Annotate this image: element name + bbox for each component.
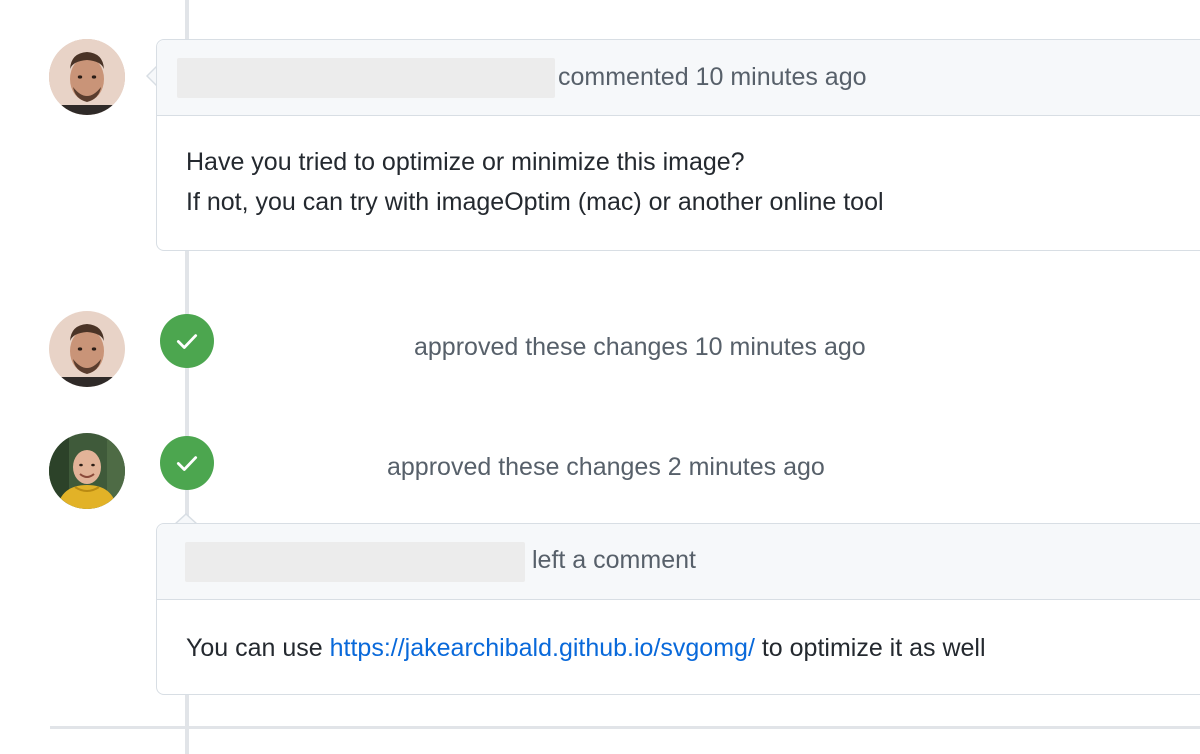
comment-text: You can use xyxy=(186,634,330,662)
check-icon xyxy=(176,334,198,349)
review-comment-card: left a comment You can use https://jakea… xyxy=(156,523,1200,695)
comment-line: Have you tried to optimize or minimize t… xyxy=(186,148,745,176)
pr-timeline: commented 10 minutes ago Have you tried … xyxy=(0,0,1200,754)
comment-action-text: left a comment xyxy=(532,546,696,574)
avatar[interactable] xyxy=(49,433,125,509)
svgomg-link[interactable]: https://jakearchibald.github.io/svgomg/ xyxy=(330,634,755,662)
comment-text: to optimize it as well xyxy=(754,634,986,662)
redacted-author-name xyxy=(185,542,525,582)
approval-event-text: approved these changes 10 minutes ago xyxy=(414,333,866,361)
approval-event-text: approved these changes 2 minutes ago xyxy=(387,453,825,481)
comment-body: You can use https://jakearchibald.github… xyxy=(186,628,986,668)
comment-card: commented 10 minutes ago Have you tried … xyxy=(156,39,1200,251)
timeline-divider xyxy=(50,726,1200,729)
comment-header: left a comment xyxy=(157,524,1200,600)
check-icon xyxy=(176,456,198,471)
comment-action-text: commented 10 minutes ago xyxy=(558,63,867,91)
avatar[interactable] xyxy=(49,39,125,115)
approved-badge xyxy=(160,314,214,368)
avatar-photo-icon xyxy=(49,311,125,387)
approved-badge xyxy=(160,436,214,490)
redacted-author-name xyxy=(177,58,555,98)
avatar[interactable] xyxy=(49,311,125,387)
avatar-photo-icon xyxy=(49,39,125,115)
comment-line: If not, you can try with imageOptim (mac… xyxy=(186,188,884,216)
avatar-photo-icon xyxy=(49,433,125,509)
comment-header: commented 10 minutes ago xyxy=(157,40,1200,116)
comment-body: Have you tried to optimize or minimize t… xyxy=(186,142,884,222)
